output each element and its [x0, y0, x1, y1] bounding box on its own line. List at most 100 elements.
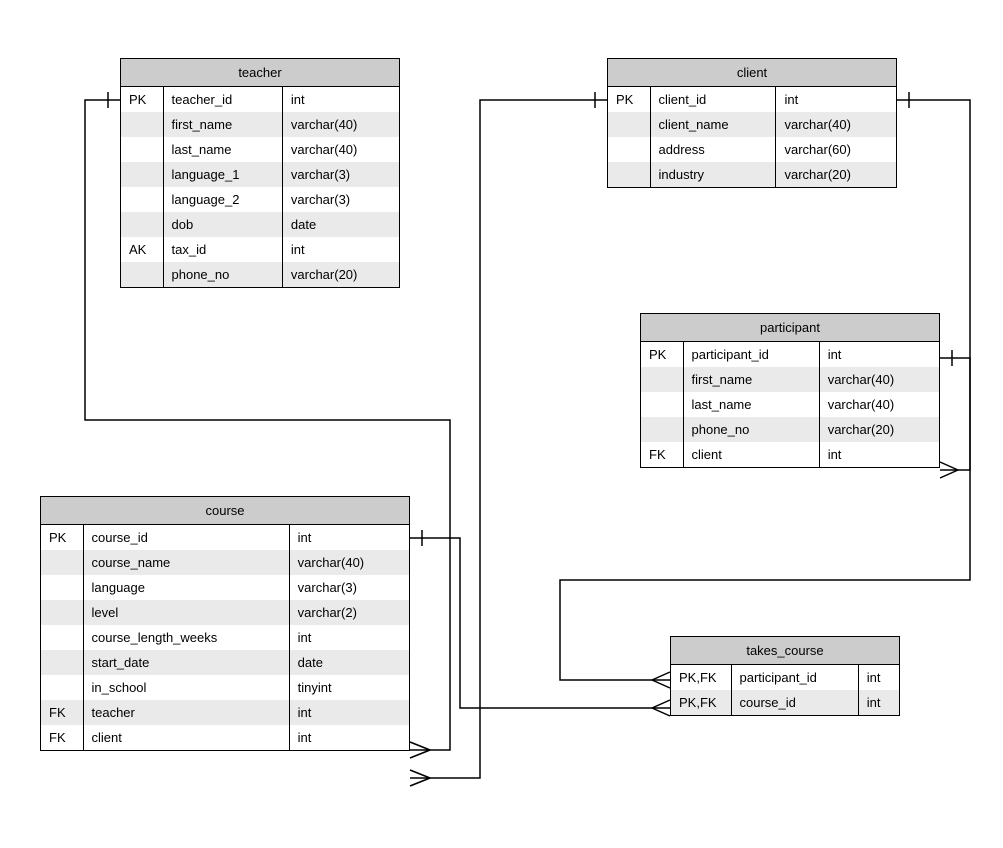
key-cell	[608, 162, 650, 187]
entity-title: course	[41, 497, 409, 525]
field-type: date	[289, 650, 409, 675]
key-cell	[641, 417, 683, 442]
key-cell	[121, 262, 163, 287]
field-type: varchar(20)	[776, 162, 896, 187]
field-type: int	[289, 625, 409, 650]
field-name: course_id	[83, 525, 289, 550]
key-cell	[41, 675, 83, 700]
field-name: tax_id	[163, 237, 282, 262]
key-cell	[41, 625, 83, 650]
field-type: int	[289, 725, 409, 750]
erd-canvas: teacher PKteacher_idint first_namevarcha…	[0, 0, 1003, 848]
field-type: varchar(3)	[282, 187, 399, 212]
field-name: last_name	[163, 137, 282, 162]
key-cell	[608, 112, 650, 137]
field-type: tinyint	[289, 675, 409, 700]
field-name: dob	[163, 212, 282, 237]
field-name: address	[650, 137, 776, 162]
entity-teacher: teacher PKteacher_idint first_namevarcha…	[120, 58, 400, 288]
key-cell	[121, 162, 163, 187]
entity-rows: PKteacher_idint first_namevarchar(40) la…	[121, 87, 399, 287]
field-name: course_name	[83, 550, 289, 575]
field-name: language	[83, 575, 289, 600]
field-name: industry	[650, 162, 776, 187]
key-cell	[641, 367, 683, 392]
field-type: int	[858, 665, 899, 690]
entity-rows: PKclient_idint client_namevarchar(40) ad…	[608, 87, 896, 187]
key-cell	[41, 575, 83, 600]
key-cell: FK	[641, 442, 683, 467]
entity-title: client	[608, 59, 896, 87]
field-type: varchar(3)	[282, 162, 399, 187]
field-type: varchar(60)	[776, 137, 896, 162]
key-cell: PK	[641, 342, 683, 367]
field-type: varchar(2)	[289, 600, 409, 625]
field-type: varchar(3)	[289, 575, 409, 600]
field-name: first_name	[163, 112, 282, 137]
field-name: participant_id	[731, 665, 858, 690]
entity-client: client PKclient_idint client_namevarchar…	[607, 58, 897, 188]
key-cell: PK	[41, 525, 83, 550]
key-cell	[121, 112, 163, 137]
key-cell: FK	[41, 725, 83, 750]
entity-participant: participant PKparticipant_idint first_na…	[640, 313, 940, 468]
field-name: client	[83, 725, 289, 750]
field-type: date	[282, 212, 399, 237]
field-name: teacher_id	[163, 87, 282, 112]
field-type: varchar(40)	[819, 367, 939, 392]
field-type: int	[289, 700, 409, 725]
key-cell	[121, 212, 163, 237]
entity-takes-course: takes_course PK,FKparticipant_idint PK,F…	[670, 636, 900, 716]
field-name: client_id	[650, 87, 776, 112]
field-name: client_name	[650, 112, 776, 137]
field-name: participant_id	[683, 342, 819, 367]
entity-rows: PK,FKparticipant_idint PK,FKcourse_idint	[671, 665, 899, 715]
field-name: course_length_weeks	[83, 625, 289, 650]
field-name: level	[83, 600, 289, 625]
field-type: int	[858, 690, 899, 715]
entity-title: takes_course	[671, 637, 899, 665]
key-cell	[121, 187, 163, 212]
field-name: first_name	[683, 367, 819, 392]
field-type: varchar(40)	[289, 550, 409, 575]
field-type: varchar(40)	[282, 137, 399, 162]
key-cell: FK	[41, 700, 83, 725]
field-name: last_name	[683, 392, 819, 417]
key-cell: PK,FK	[671, 690, 731, 715]
key-cell	[608, 137, 650, 162]
field-type: int	[289, 525, 409, 550]
field-type: int	[282, 237, 399, 262]
field-name: phone_no	[163, 262, 282, 287]
field-type: varchar(40)	[819, 392, 939, 417]
field-type: int	[819, 442, 939, 467]
entity-title: teacher	[121, 59, 399, 87]
field-name: in_school	[83, 675, 289, 700]
entity-course: course PKcourse_idint course_namevarchar…	[40, 496, 410, 751]
field-type: int	[282, 87, 399, 112]
key-cell: PK	[121, 87, 163, 112]
field-name: start_date	[83, 650, 289, 675]
field-type: varchar(40)	[282, 112, 399, 137]
key-cell	[41, 600, 83, 625]
key-cell: AK	[121, 237, 163, 262]
key-cell	[641, 392, 683, 417]
field-type: varchar(40)	[776, 112, 896, 137]
entity-rows: PKcourse_idint course_namevarchar(40) la…	[41, 525, 409, 750]
field-type: varchar(20)	[282, 262, 399, 287]
field-name: client	[683, 442, 819, 467]
field-name: language_2	[163, 187, 282, 212]
field-name: course_id	[731, 690, 858, 715]
key-cell	[41, 550, 83, 575]
field-name: phone_no	[683, 417, 819, 442]
field-name: teacher	[83, 700, 289, 725]
entity-rows: PKparticipant_idint first_namevarchar(40…	[641, 342, 939, 467]
entity-title: participant	[641, 314, 939, 342]
field-type: int	[776, 87, 896, 112]
key-cell	[41, 650, 83, 675]
field-name: language_1	[163, 162, 282, 187]
field-type: int	[819, 342, 939, 367]
field-type: varchar(20)	[819, 417, 939, 442]
key-cell: PK,FK	[671, 665, 731, 690]
key-cell: PK	[608, 87, 650, 112]
key-cell	[121, 137, 163, 162]
